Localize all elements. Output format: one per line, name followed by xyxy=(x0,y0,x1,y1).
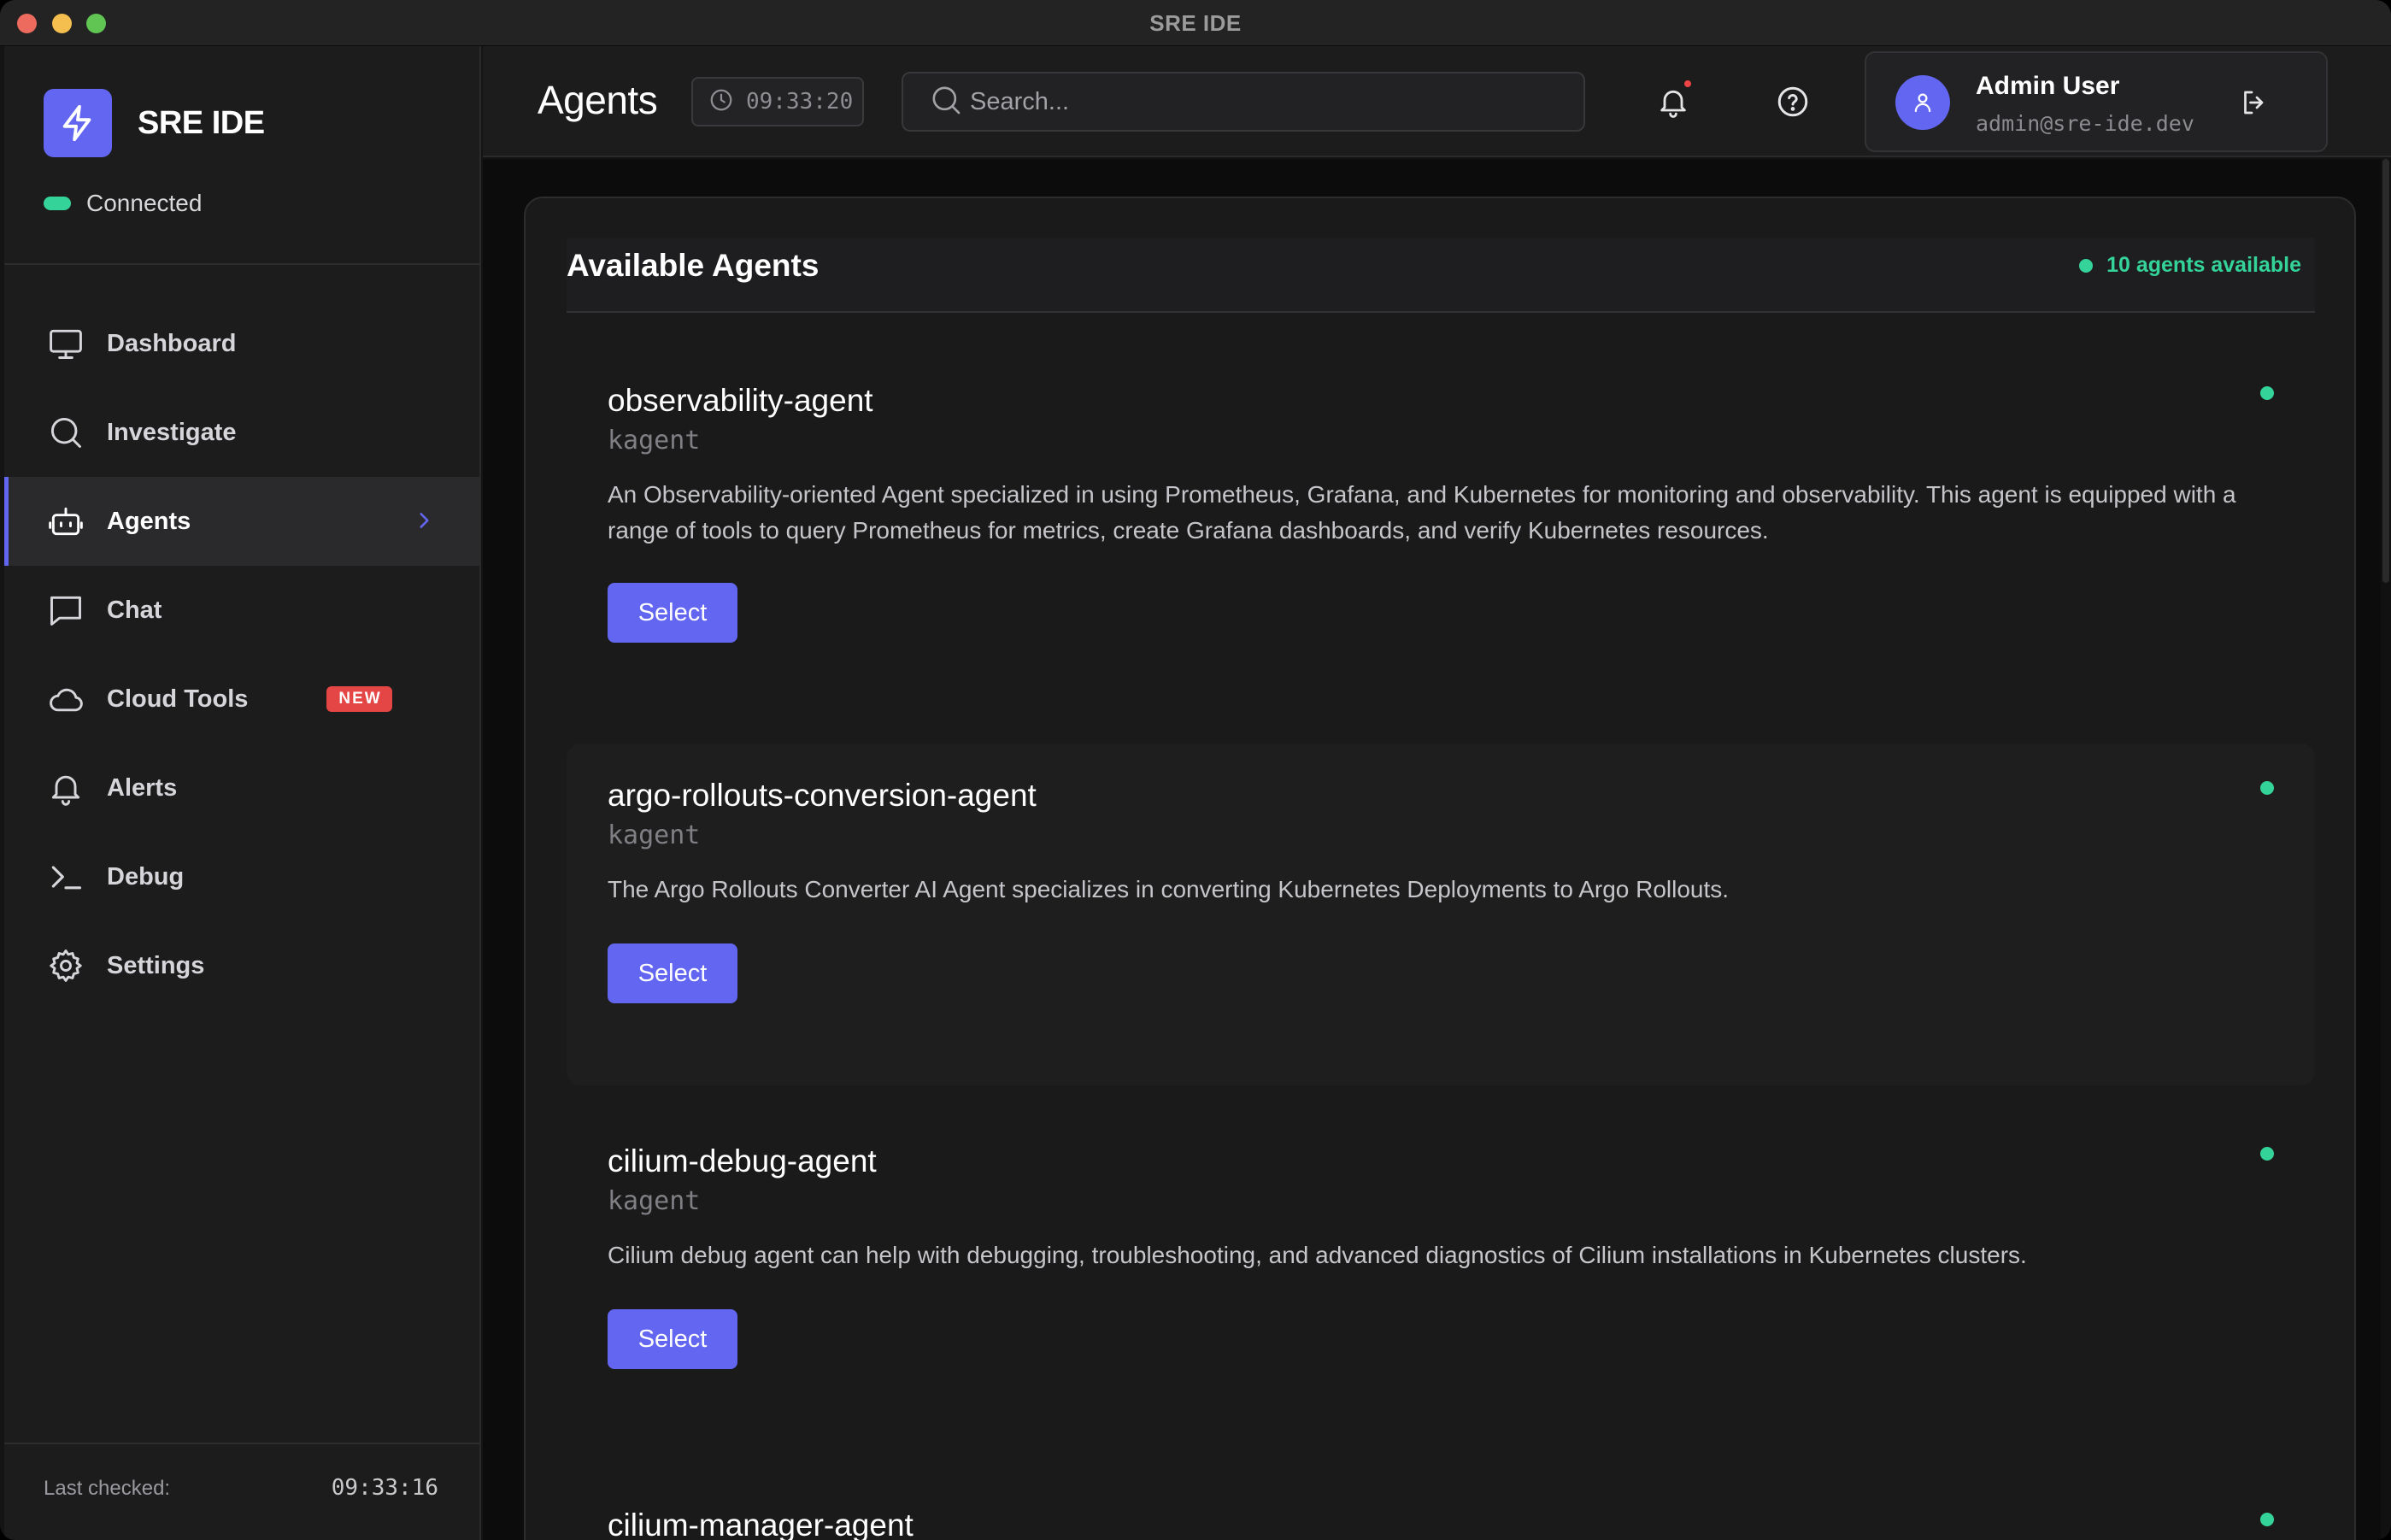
select-agent-button[interactable]: Select xyxy=(608,943,737,1003)
chevron-right-icon xyxy=(413,509,435,532)
sidebar-item-label: Cloud Tools xyxy=(107,685,249,713)
monitor-icon xyxy=(45,323,86,364)
agents-available-badge: 10 agents available xyxy=(2079,253,2301,278)
sidebar-item-chat[interactable]: Chat xyxy=(4,566,479,655)
logout-icon xyxy=(2244,91,2264,115)
last-checked-label: Last checked: xyxy=(44,1477,171,1500)
sidebar-item-cloud-tools[interactable]: Cloud Tools NEW xyxy=(4,655,479,744)
help-circle-icon xyxy=(1777,86,1808,117)
connection-status: Connected xyxy=(44,190,202,217)
sidebar-item-investigate[interactable]: Investigate xyxy=(4,388,479,477)
user-icon xyxy=(1914,93,1931,113)
sidebar-item-dashboard[interactable]: Dashboard xyxy=(4,299,479,388)
scrollbar-thumb[interactable] xyxy=(2382,159,2389,583)
user-email: admin@sre-ide.dev xyxy=(1976,111,2194,136)
sidebar-footer-divider xyxy=(4,1443,479,1444)
terminal-icon xyxy=(45,856,86,897)
sidebar-item-settings[interactable]: Settings xyxy=(4,921,479,1010)
agent-description: The Argo Rollouts Converter AI Agent spe… xyxy=(608,876,1730,902)
top-bar: Agents 09:33:20 Admin User admin@sre-ide xyxy=(483,46,2391,157)
sidebar-nav: Dashboard Investigate Agents Chat Cloud … xyxy=(4,299,479,1010)
agent-type: kagent xyxy=(608,1186,701,1216)
agents-available-count: 10 agents available xyxy=(2106,253,2301,277)
agent-name: observability-agent xyxy=(608,383,873,418)
sidebar-item-label: Chat xyxy=(107,596,162,624)
select-agent-button[interactable]: Select xyxy=(608,1309,737,1369)
user-card[interactable]: Admin User admin@sre-ide.dev xyxy=(1865,51,2328,152)
clock-icon xyxy=(708,87,734,117)
search-bar[interactable] xyxy=(902,72,1585,132)
agent-name: cilium-debug-agent xyxy=(608,1143,877,1179)
search-icon xyxy=(929,83,963,121)
notification-dot xyxy=(1684,80,1691,87)
agent-type: kagent xyxy=(608,426,701,456)
logout-button[interactable] xyxy=(2234,82,2275,123)
sidebar-divider xyxy=(4,263,479,265)
sidebar-item-agents[interactable]: Agents xyxy=(4,477,479,566)
help-button[interactable] xyxy=(1771,80,1814,123)
agent-card: cilium-manager-agent xyxy=(567,1473,2315,1540)
main-content: Available Agents 10 agents available obs… xyxy=(483,159,2391,1540)
bell-icon xyxy=(1660,90,1686,118)
sidebar-item-alerts[interactable]: Alerts xyxy=(4,744,479,832)
sidebar-item-label: Investigate xyxy=(107,418,237,446)
agent-card: observability-agent kagent An Observabil… xyxy=(567,349,2315,716)
notifications-button[interactable] xyxy=(1652,80,1695,123)
sidebar-item-label: Settings xyxy=(107,951,205,979)
agent-card: cilium-debug-agent kagent Cilium debug a… xyxy=(567,1109,2315,1451)
panel-title: Available Agents xyxy=(567,248,820,283)
new-badge: NEW xyxy=(326,686,392,712)
agent-status-dot xyxy=(2260,386,2274,400)
app-window: SRE IDE SRE IDE Connected Dashboard Inve… xyxy=(0,0,2391,1540)
avatar xyxy=(1895,75,1950,130)
bell-icon xyxy=(45,767,86,808)
panel-header: Available Agents 10 agents available xyxy=(567,238,2315,313)
agent-type: kagent xyxy=(608,820,701,850)
sidebar-item-label: Debug xyxy=(107,862,185,890)
sidebar-item-label: Alerts xyxy=(107,773,178,802)
sidebar-item-label: Agents xyxy=(107,507,191,535)
cloud-icon xyxy=(45,679,86,720)
chat-icon xyxy=(45,590,86,631)
agent-status-dot xyxy=(2260,781,2274,795)
agent-name: argo-rollouts-conversion-agent xyxy=(608,778,1037,813)
brand-name: SRE IDE xyxy=(138,104,265,141)
sidebar-item-debug[interactable]: Debug xyxy=(4,832,479,921)
agents-panel: Available Agents 10 agents available obs… xyxy=(524,197,2356,1540)
sidebar: SRE IDE Connected Dashboard Investigate xyxy=(4,46,481,1540)
connection-status-indicator xyxy=(44,197,71,210)
agent-card: argo-rollouts-conversion-agent kagent Th… xyxy=(567,744,2315,1085)
search-input[interactable] xyxy=(970,87,1568,116)
agent-status-dot xyxy=(2260,1513,2274,1526)
bot-icon xyxy=(45,501,86,542)
agent-status-dot xyxy=(2260,1147,2274,1161)
scrollbar[interactable] xyxy=(2381,159,2391,1540)
user-name: Admin User xyxy=(1976,72,2120,100)
select-agent-button[interactable]: Select xyxy=(608,583,737,643)
agent-description: Cilium debug agent can help with debuggi… xyxy=(608,1242,2027,1268)
last-checked-time: 09:33:16 xyxy=(331,1475,438,1501)
clock-time: 09:33:20 xyxy=(746,89,854,115)
connection-status-label: Connected xyxy=(86,190,203,216)
page-title: Agents xyxy=(538,78,658,122)
title-bar: SRE IDE xyxy=(0,0,2391,46)
gear-icon xyxy=(45,945,86,986)
clock: 09:33:20 xyxy=(691,77,864,126)
brand[interactable]: SRE IDE xyxy=(44,89,265,157)
sidebar-item-label: Dashboard xyxy=(107,329,237,357)
status-dot xyxy=(2079,258,2094,273)
search-icon xyxy=(45,412,86,453)
agent-name: cilium-manager-agent xyxy=(608,1508,914,1540)
lightning-logo-icon xyxy=(44,89,112,157)
window-title: SRE IDE xyxy=(1149,10,1242,36)
agent-description: An Observability-oriented Agent speciali… xyxy=(608,481,2236,544)
